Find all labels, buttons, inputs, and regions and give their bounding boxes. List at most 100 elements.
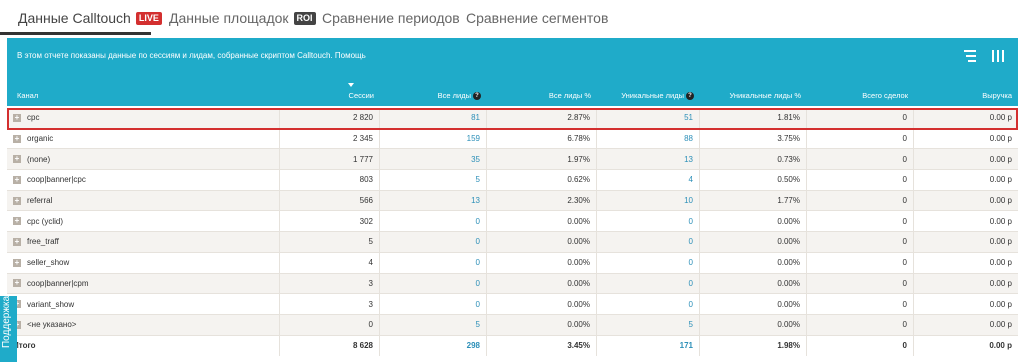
leads-link[interactable]: 0	[476, 279, 480, 288]
tab-bar: Данные Calltouch LIVE Данные площадок RO…	[0, 0, 1024, 36]
value-cell: 3.75%	[777, 134, 800, 144]
active-tab-indicator	[0, 32, 151, 35]
value-cell: 1.81%	[777, 113, 800, 123]
value-cell: 0.00 р	[989, 341, 1012, 351]
table-total-row: Итого 8 628 298 3.45% 171 1.98% 0 0.00 р	[7, 335, 1018, 357]
channel-name: coop|banner|cpc	[27, 175, 86, 185]
value-cell: 8 628	[352, 341, 373, 351]
value-cell: 3	[368, 299, 373, 309]
value-cell: 0	[902, 341, 907, 351]
leads-link[interactable]: 0	[476, 217, 480, 226]
plus-icon[interactable]: +	[13, 155, 21, 164]
header-revenue[interactable]: Выручка	[982, 91, 1012, 100]
header-all-leads-pct[interactable]: Все лиды %	[549, 91, 591, 100]
header-channel[interactable]: Канал	[17, 91, 38, 100]
channel-cell: + organic	[7, 128, 280, 149]
leads-link[interactable]: 0	[689, 258, 693, 267]
header-all-leads-label: Все лиды	[437, 91, 471, 100]
value-cell: 0.00%	[777, 320, 800, 330]
value-cell: 0	[902, 216, 907, 226]
value-cell: 0.00%	[777, 216, 800, 226]
plus-icon[interactable]: +	[13, 113, 21, 122]
value-cell: 3.45%	[567, 341, 590, 351]
value-cell: 0	[902, 196, 907, 206]
tab-platform-data[interactable]: Данные площадок ROI	[169, 10, 316, 26]
table-row: + coop|banner|cpc 803 5 0.62% 4 0.50% 0 0.00 р	[7, 170, 1018, 191]
plus-icon[interactable]: +	[13, 237, 21, 246]
question-icon[interactable]: ?	[473, 92, 481, 101]
columns-icon[interactable]	[991, 49, 1005, 68]
sort-down-icon	[348, 83, 354, 87]
header-total-deals[interactable]: Всего сделок	[862, 91, 908, 100]
leads-link[interactable]: 0	[689, 300, 693, 309]
header-unique-leads[interactable]: Уникальные лиды?	[621, 91, 694, 101]
plus-icon[interactable]: +	[13, 196, 21, 205]
channel-name: cpc	[27, 113, 40, 123]
leads-link[interactable]: 171	[680, 341, 693, 350]
tab-label: Данные Calltouch	[18, 10, 131, 26]
channel-cell: + cpc (yclid)	[7, 211, 280, 232]
leads-link[interactable]: 51	[684, 113, 693, 122]
plus-icon[interactable]: +	[13, 217, 21, 226]
leads-link[interactable]: 13	[684, 155, 693, 164]
support-label[interactable]: Поддержка	[1, 296, 12, 348]
header-all-leads[interactable]: Все лиды?	[437, 91, 481, 101]
leads-link[interactable]: 0	[476, 237, 480, 246]
value-cell: 0	[902, 113, 907, 123]
plus-icon[interactable]: +	[13, 258, 21, 267]
live-badge: LIVE	[135, 11, 162, 25]
table-row: + (none) 1 777 35 1.97% 13 0.73% 0 0.00 р	[7, 149, 1018, 171]
value-cell: 0.00 р	[989, 278, 1012, 288]
value-cell: 0.73%	[777, 154, 800, 164]
value-cell: 0.00 р	[989, 196, 1012, 206]
leads-link[interactable]: 298	[467, 341, 480, 350]
leads-link[interactable]: 0	[689, 217, 693, 226]
leads-link[interactable]: 0	[689, 237, 693, 246]
value-cell: 0	[902, 278, 907, 288]
leads-link[interactable]: 81	[471, 113, 480, 122]
value-cell: 0	[902, 237, 907, 247]
channel-cell: + coop|banner|cpc	[7, 170, 280, 190]
value-cell: 0.00%	[777, 299, 800, 309]
plus-icon[interactable]: +	[13, 279, 21, 288]
leads-link[interactable]: 4	[689, 175, 693, 184]
leads-link[interactable]: 0	[476, 300, 480, 309]
channel-cell: + (none)	[7, 149, 280, 170]
value-cell: 2 820	[352, 113, 373, 123]
leads-link[interactable]: 10	[684, 196, 693, 205]
table-row: + seller_show 4 0 0.00% 0 0.00% 0 0.00 р	[7, 252, 1018, 274]
report-description-text: В этом отчете показаны данные по сессиям…	[17, 51, 333, 60]
value-cell: 0.00%	[567, 320, 590, 330]
leads-link[interactable]: 0	[476, 258, 480, 267]
value-cell: 0.00 р	[989, 216, 1012, 226]
value-cell: 0	[902, 258, 907, 268]
question-icon[interactable]: ?	[686, 92, 694, 101]
value-cell: 0.00%	[777, 258, 800, 268]
tab-period-comparison[interactable]: Сравнение периодов	[322, 10, 460, 26]
header-unique-leads-pct[interactable]: Уникальные лиды %	[729, 91, 801, 100]
plus-icon[interactable]: +	[13, 175, 21, 184]
channel-name: variant_show	[27, 299, 75, 309]
leads-link[interactable]: 5	[476, 320, 480, 329]
channel-name: referral	[27, 196, 53, 206]
leads-link[interactable]: 35	[471, 155, 480, 164]
filter-icon[interactable]	[963, 49, 977, 68]
leads-link[interactable]: 159	[467, 134, 480, 143]
leads-link[interactable]: 5	[476, 175, 480, 184]
leads-link[interactable]: 88	[684, 134, 693, 143]
plus-icon[interactable]: +	[13, 134, 21, 143]
value-cell: 0.00 р	[989, 320, 1012, 330]
table-row: + organic 2 345 159 6.78% 88 3.75% 0 0.00 р	[7, 128, 1018, 150]
header-sessions[interactable]: Сессии	[349, 91, 374, 100]
table-row: +variant_show 3 0 0.00% 0 0.00% 0 0.00 р	[7, 294, 1018, 315]
value-cell: 4	[368, 258, 373, 268]
leads-link[interactable]: 13	[471, 196, 480, 205]
value-cell: 1.97%	[567, 154, 590, 164]
value-cell: 0.00 р	[989, 134, 1012, 144]
tab-calltouch-data[interactable]: Данные Calltouch LIVE	[18, 10, 162, 26]
leads-link[interactable]: 5	[689, 320, 693, 329]
leads-link[interactable]: 0	[689, 279, 693, 288]
help-link[interactable]: Помощь	[335, 51, 366, 60]
tab-segment-comparison[interactable]: Сравнение сегментов	[466, 10, 608, 26]
channel-name: (none)	[27, 154, 51, 164]
